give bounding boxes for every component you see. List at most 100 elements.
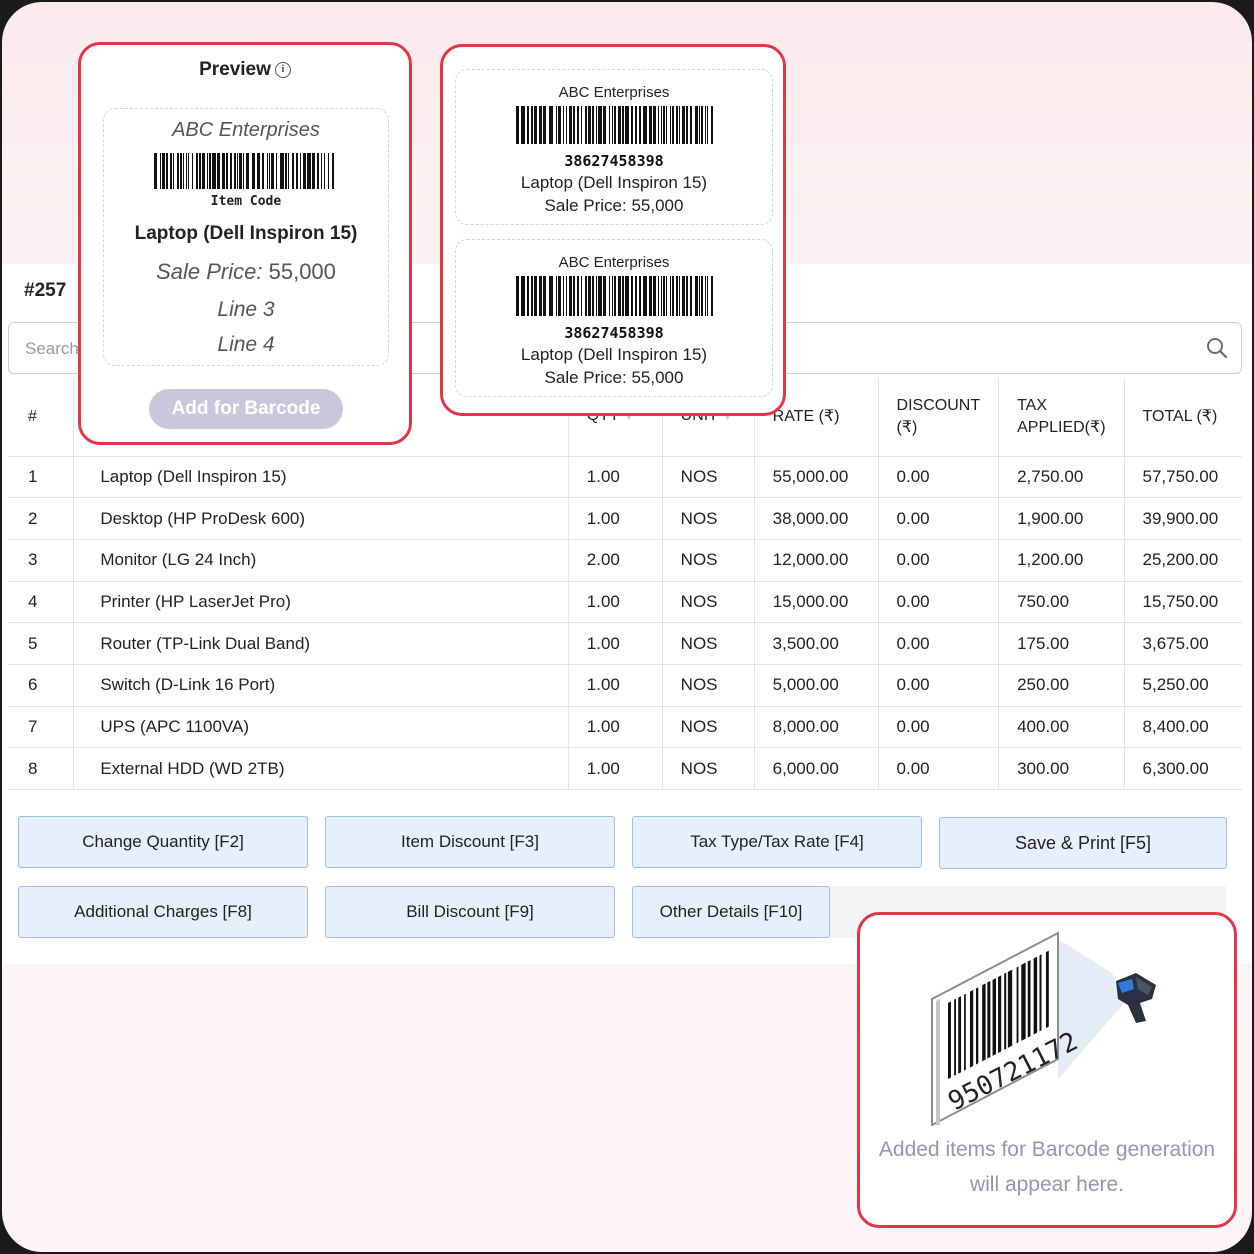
- table-row[interactable]: 4 Printer (HP LaserJet Pro) 1.00 NOS 15,000.…: [8, 581, 1242, 624]
- row-qty: 1.00: [568, 706, 663, 749]
- row-item-name: External HDD (WD 2TB): [73, 747, 569, 790]
- row-discount: 0.00: [878, 456, 1000, 499]
- row-item-name: UPS (APC 1100VA): [73, 706, 569, 749]
- item-discount-button[interactable]: Item Discount [F3]: [325, 816, 615, 868]
- row-discount: 0.00: [878, 581, 1000, 624]
- table-row[interactable]: 8 External HDD (WD 2TB) 1.00 NOS 6,000.00 0.0…: [8, 747, 1242, 790]
- row-unit: NOS: [662, 539, 755, 582]
- row-tax: 2,750.00: [998, 456, 1125, 499]
- label-company: ABC Enterprises: [558, 254, 670, 271]
- preview-label: ABC Enterprises Item Code Laptop (Dell I…: [103, 108, 389, 366]
- row-index: 2: [8, 497, 75, 540]
- label-code: 38627458398: [564, 152, 664, 170]
- label-price: Sale Price: 55,000: [544, 196, 684, 215]
- row-unit: NOS: [662, 622, 755, 665]
- row-rate: 6,000.00: [754, 747, 879, 790]
- row-total: 15,750.00: [1124, 581, 1242, 624]
- row-tax: 750.00: [998, 581, 1125, 624]
- row-index: 5: [8, 622, 75, 665]
- row-tax: 175.00: [998, 622, 1125, 665]
- row-qty: 1.00: [568, 622, 663, 665]
- row-qty: 1.00: [568, 747, 663, 790]
- table-row[interactable]: 5 Router (TP-Link Dual Band) 1.00 NOS 3,500.…: [8, 622, 1242, 665]
- row-discount: 0.00: [878, 664, 1000, 707]
- row-index: 1: [8, 456, 75, 499]
- row-discount: 0.00: [878, 622, 1000, 665]
- label-price: Sale Price: 55,000: [544, 368, 684, 387]
- preview-company: ABC Enterprises: [172, 119, 320, 141]
- label-item: Laptop (Dell Inspiron 15): [520, 345, 708, 364]
- row-qty: 2.00: [568, 539, 663, 582]
- preview-line3: Line 3: [217, 298, 275, 321]
- search-icon[interactable]: [1205, 336, 1229, 360]
- header-discount-line2: (₹): [896, 418, 918, 436]
- barcode-image: [516, 276, 713, 316]
- row-total: 8,400.00: [1124, 706, 1242, 749]
- bill-discount-button[interactable]: Bill Discount [F9]: [325, 886, 615, 938]
- labels-panel: ABC Enterprises 38627458398 Laptop (Dell…: [440, 44, 786, 416]
- table-row[interactable]: 1 Laptop (Dell Inspiron 15) 1.00 NOS 55,000.…: [8, 456, 1242, 499]
- row-unit: NOS: [662, 456, 755, 499]
- row-total: 25,200.00: [1124, 539, 1242, 582]
- additional-charges-button[interactable]: Additional Charges [F8]: [18, 886, 308, 938]
- row-item-name: Laptop (Dell Inspiron 15): [73, 456, 569, 499]
- table-row[interactable]: 6 Switch (D-Link 16 Port) 1.00 NOS 5,000.00 0…: [8, 664, 1242, 707]
- table-row[interactable]: 7 UPS (APC 1100VA) 1.00 NOS 8,000.00 0.00 400.…: [8, 706, 1242, 749]
- label-company: ABC Enterprises: [558, 84, 670, 101]
- row-unit: NOS: [662, 747, 755, 790]
- row-item-name: Switch (D-Link 16 Port): [73, 664, 569, 707]
- invoice-number: #257: [24, 280, 67, 301]
- row-total: 5,250.00: [1124, 664, 1242, 707]
- label-code: 38627458398: [564, 324, 664, 342]
- tax-type-button[interactable]: Tax Type/Tax Rate [F4]: [632, 816, 922, 868]
- preview-line4: Line 4: [217, 333, 275, 356]
- save-print-button[interactable]: Save & Print [F5]: [939, 817, 1227, 869]
- table-row[interactable]: 2 Desktop (HP ProDesk 600) 1.00 NOS 38,000.0…: [8, 497, 1242, 540]
- row-rate: 3,500.00: [754, 622, 879, 665]
- row-rate: 15,000.00: [754, 581, 879, 624]
- other-details-button[interactable]: Other Details [F10]: [632, 886, 830, 938]
- row-index: 8: [8, 747, 75, 790]
- row-unit: NOS: [662, 664, 755, 707]
- row-tax: 250.00: [998, 664, 1125, 707]
- row-rate: 12,000.00: [754, 539, 879, 582]
- search-placeholder: Search: [25, 339, 79, 358]
- row-index: 4: [8, 581, 75, 624]
- row-discount: 0.00: [878, 747, 1000, 790]
- header-tax-line1: TAX: [1017, 396, 1048, 414]
- preview-item-code: Item Code: [210, 194, 282, 209]
- row-qty: 1.00: [568, 664, 663, 707]
- barcode-card-edge: [936, 999, 940, 1125]
- scanner-icon: [1116, 973, 1156, 1023]
- change-quantity-button[interactable]: Change Quantity [F2]: [18, 816, 308, 868]
- preview-panel: Preview i ABC Enterprises Item Code Lapto…: [78, 42, 412, 445]
- table-row[interactable]: 3 Monitor (LG 24 Inch) 2.00 NOS 12,000.00 0.0…: [8, 539, 1242, 582]
- info-icon[interactable]: i: [274, 61, 291, 78]
- preview-title-text: Preview: [199, 59, 271, 80]
- row-index: 6: [8, 664, 75, 707]
- barcode-label: ABC Enterprises 38627458398 Laptop (Dell…: [455, 239, 773, 397]
- header-tax: TAX APPLIED(₹): [998, 378, 1125, 457]
- header-discount: DISCOUNT (₹): [878, 378, 1000, 457]
- row-total: 3,675.00: [1124, 622, 1242, 665]
- row-discount: 0.00: [878, 706, 1000, 749]
- add-for-barcode-button[interactable]: Add for Barcode: [149, 389, 343, 429]
- row-index: 3: [8, 539, 75, 582]
- row-tax: 400.00: [998, 706, 1125, 749]
- row-total: 6,300.00: [1124, 747, 1242, 790]
- row-tax: 1,900.00: [998, 497, 1125, 540]
- preview-item-name: Laptop (Dell Inspiron 15): [134, 223, 358, 244]
- header-tax-line2: APPLIED(₹): [1017, 418, 1106, 436]
- preview-sale-price-value: 55,000: [268, 259, 336, 284]
- row-item-name: Monitor (LG 24 Inch): [73, 539, 569, 582]
- row-item-name: Desktop (HP ProDesk 600): [73, 497, 569, 540]
- row-item-name: Router (TP-Link Dual Band): [73, 622, 569, 665]
- barcode-image: [154, 153, 334, 189]
- preview-sale-price: Sale Price: 55,000: [104, 259, 388, 285]
- row-unit: NOS: [662, 497, 755, 540]
- row-index: 7: [8, 706, 75, 749]
- row-tax: 1,200.00: [998, 539, 1125, 582]
- row-qty: 1.00: [568, 581, 663, 624]
- row-total: 57,750.00: [1124, 456, 1242, 499]
- row-discount: 0.00: [878, 497, 1000, 540]
